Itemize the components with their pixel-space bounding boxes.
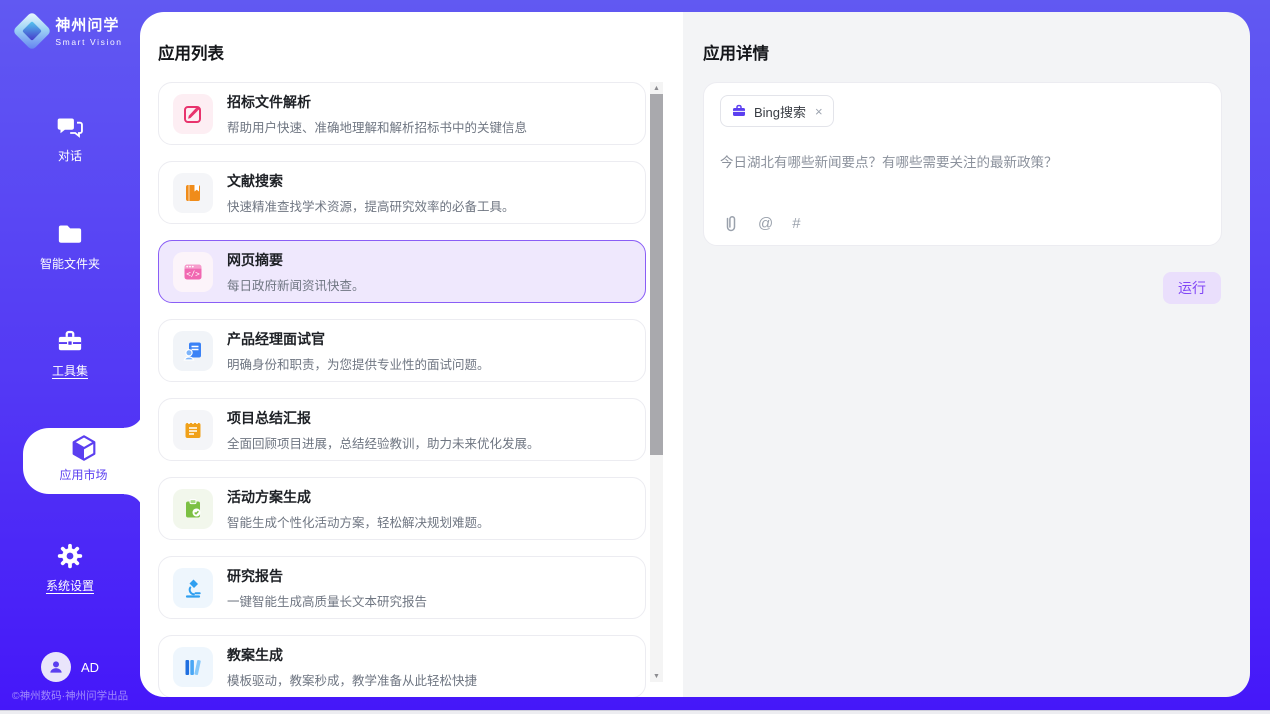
app-card-lesson-plan[interactable]: 教案生成 模板驱动，教案秒成，教学准备从此轻松快捷 [158,635,646,697]
edit-document-icon [173,94,213,134]
sidebar-item-label: 对话 [0,147,140,164]
microscope-icon [173,568,213,608]
app-card-desc: 模板驱动，教案秒成，教学准备从此轻松快捷 [227,670,477,689]
interviewer-icon [173,331,213,371]
app-list-title: 应用列表 [158,40,683,64]
app-card-title: 文献搜索 [227,171,515,191]
app-card-list: 招标文件解析 帮助用户快速、准确地理解和解析招标书中的关键信息 文献搜索 快速精… [158,82,646,697]
app-card-event-plan[interactable]: 活动方案生成 智能生成个性化活动方案，轻松解决规划难题。 [158,477,646,540]
books-icon [173,647,213,687]
app-card-research-report[interactable]: 研究报告 一键智能生成高质量长文本研究报告 [158,556,646,619]
app-card-title: 招标文件解析 [227,92,527,112]
scroll-up-icon[interactable]: ▲ [650,82,663,94]
sidebar-item-chat[interactable]: 对话 [0,112,140,164]
app-window: 应用列表 招标文件解析 帮助用户快速、准确地理解和解析招标书中的关键信息 [0,0,1270,710]
app-card-desc: 帮助用户快速、准确地理解和解析招标书中的关键信息 [227,117,527,136]
main-content: 应用列表 招标文件解析 帮助用户快速、准确地理解和解析招标书中的关键信息 [140,12,1250,697]
user-account[interactable]: AD [0,652,140,682]
hash-icon[interactable]: # [792,215,800,232]
app-list-panel: 应用列表 招标文件解析 帮助用户快速、准确地理解和解析招标书中的关键信息 [140,12,683,697]
scrollbar-thumb[interactable] [650,94,663,455]
app-card-desc: 智能生成个性化活动方案，轻松解决规划难题。 [227,512,490,531]
tool-chip-bing-search[interactable]: Bing搜索 × [720,95,834,127]
close-icon[interactable]: × [815,104,823,119]
brand-subtitle: Smart Vision [55,37,122,47]
app-card-title: 产品经理面试官 [227,329,490,349]
sidebar-item-toolset[interactable]: 工具集 [0,327,140,379]
sidebar-item-label: 工具集 [0,362,140,379]
app-card-title: 研究报告 [227,566,427,586]
run-button[interactable]: 运行 [1163,272,1221,304]
cube-icon [23,434,144,462]
attachment-icon[interactable] [722,214,739,233]
app-detail-title: 应用详情 [703,40,1250,64]
app-card-project-summary[interactable]: 项目总结汇报 全面回顾项目进展，总结经验教训，助力未来优化发展。 [158,398,646,461]
sidebar-item-label: 智能文件夹 [0,255,140,272]
sidebar-item-label: 应用市场 [23,466,144,483]
mention-icon[interactable]: @ [758,215,773,232]
sidebar-item-app-market[interactable]: 应用市场 [23,428,144,494]
app-card-desc: 每日政府新闻资讯快查。 [227,275,365,294]
query-composer[interactable]: Bing搜索 × 今日湖北有哪些新闻要点？有哪些需要关注的最新政策？ @ # [703,82,1222,246]
briefcase-icon [731,103,747,119]
app-card-web-summary[interactable]: </> 网页摘要 每日政府新闻资讯快查。 [158,240,646,303]
scroll-down-icon[interactable]: ▼ [650,670,663,682]
app-card-title: 网页摘要 [227,250,365,270]
app-card-bid-analysis[interactable]: 招标文件解析 帮助用户快速、准确地理解和解析招标书中的关键信息 [158,82,646,145]
app-card-desc: 明确身份和职责，为您提供专业性的面试问题。 [227,354,490,373]
sidebar-item-smart-folder[interactable]: 智能文件夹 [0,220,140,272]
screen-bottom-edge [0,710,1270,714]
app-card-desc: 快速精准查找学术资源，提高研究效率的必备工具。 [227,196,515,215]
app-card-desc: 全面回顾项目进展，总结经验教训，助力未来优化发展。 [227,433,540,452]
app-card-literature-search[interactable]: 文献搜索 快速精准查找学术资源，提高研究效率的必备工具。 [158,161,646,224]
user-name: AD [81,660,99,675]
app-card-title: 项目总结汇报 [227,408,540,428]
app-card-title: 活动方案生成 [227,487,490,507]
app-card-title: 教案生成 [227,645,477,665]
sidebar-item-settings[interactable]: 系统设置 [0,542,140,594]
svg-text:</>: </> [186,269,200,278]
app-detail-panel: 应用详情 Bing搜索 × 今日湖北有哪些新闻要点？有哪些需要关注的最新政策？ … [683,12,1250,697]
brand: 神州问学 Smart Vision [0,14,140,47]
query-text[interactable]: 今日湖北有哪些新闻要点？有哪些需要关注的最新政策？ [720,151,1205,171]
app-card-pm-interviewer[interactable]: 产品经理面试官 明确身份和职责，为您提供专业性的面试问题。 [158,319,646,382]
avatar [41,652,71,682]
sidebar: 神州问学 Smart Vision 对话 智能文件夹 工具集 [0,0,140,710]
gear-icon [0,542,140,570]
browser-code-icon: </> [173,252,213,292]
toolbox-icon [0,327,140,355]
app-card-desc: 一键智能生成高质量长文本研究报告 [227,591,427,610]
copyright-footer: ©神州数码·神州问学出品 [0,688,140,703]
list-scrollbar[interactable]: ▲ ▼ [650,82,663,682]
report-note-icon [173,410,213,450]
tool-chip-label: Bing搜索 [754,102,806,121]
folder-icon [0,220,140,248]
chat-icon [0,112,140,140]
brand-logo-icon [17,16,47,46]
sidebar-item-label: 系统设置 [0,577,140,594]
brand-name: 神州问学 [55,14,122,35]
book-icon [173,173,213,213]
clipboard-check-icon [173,489,213,529]
